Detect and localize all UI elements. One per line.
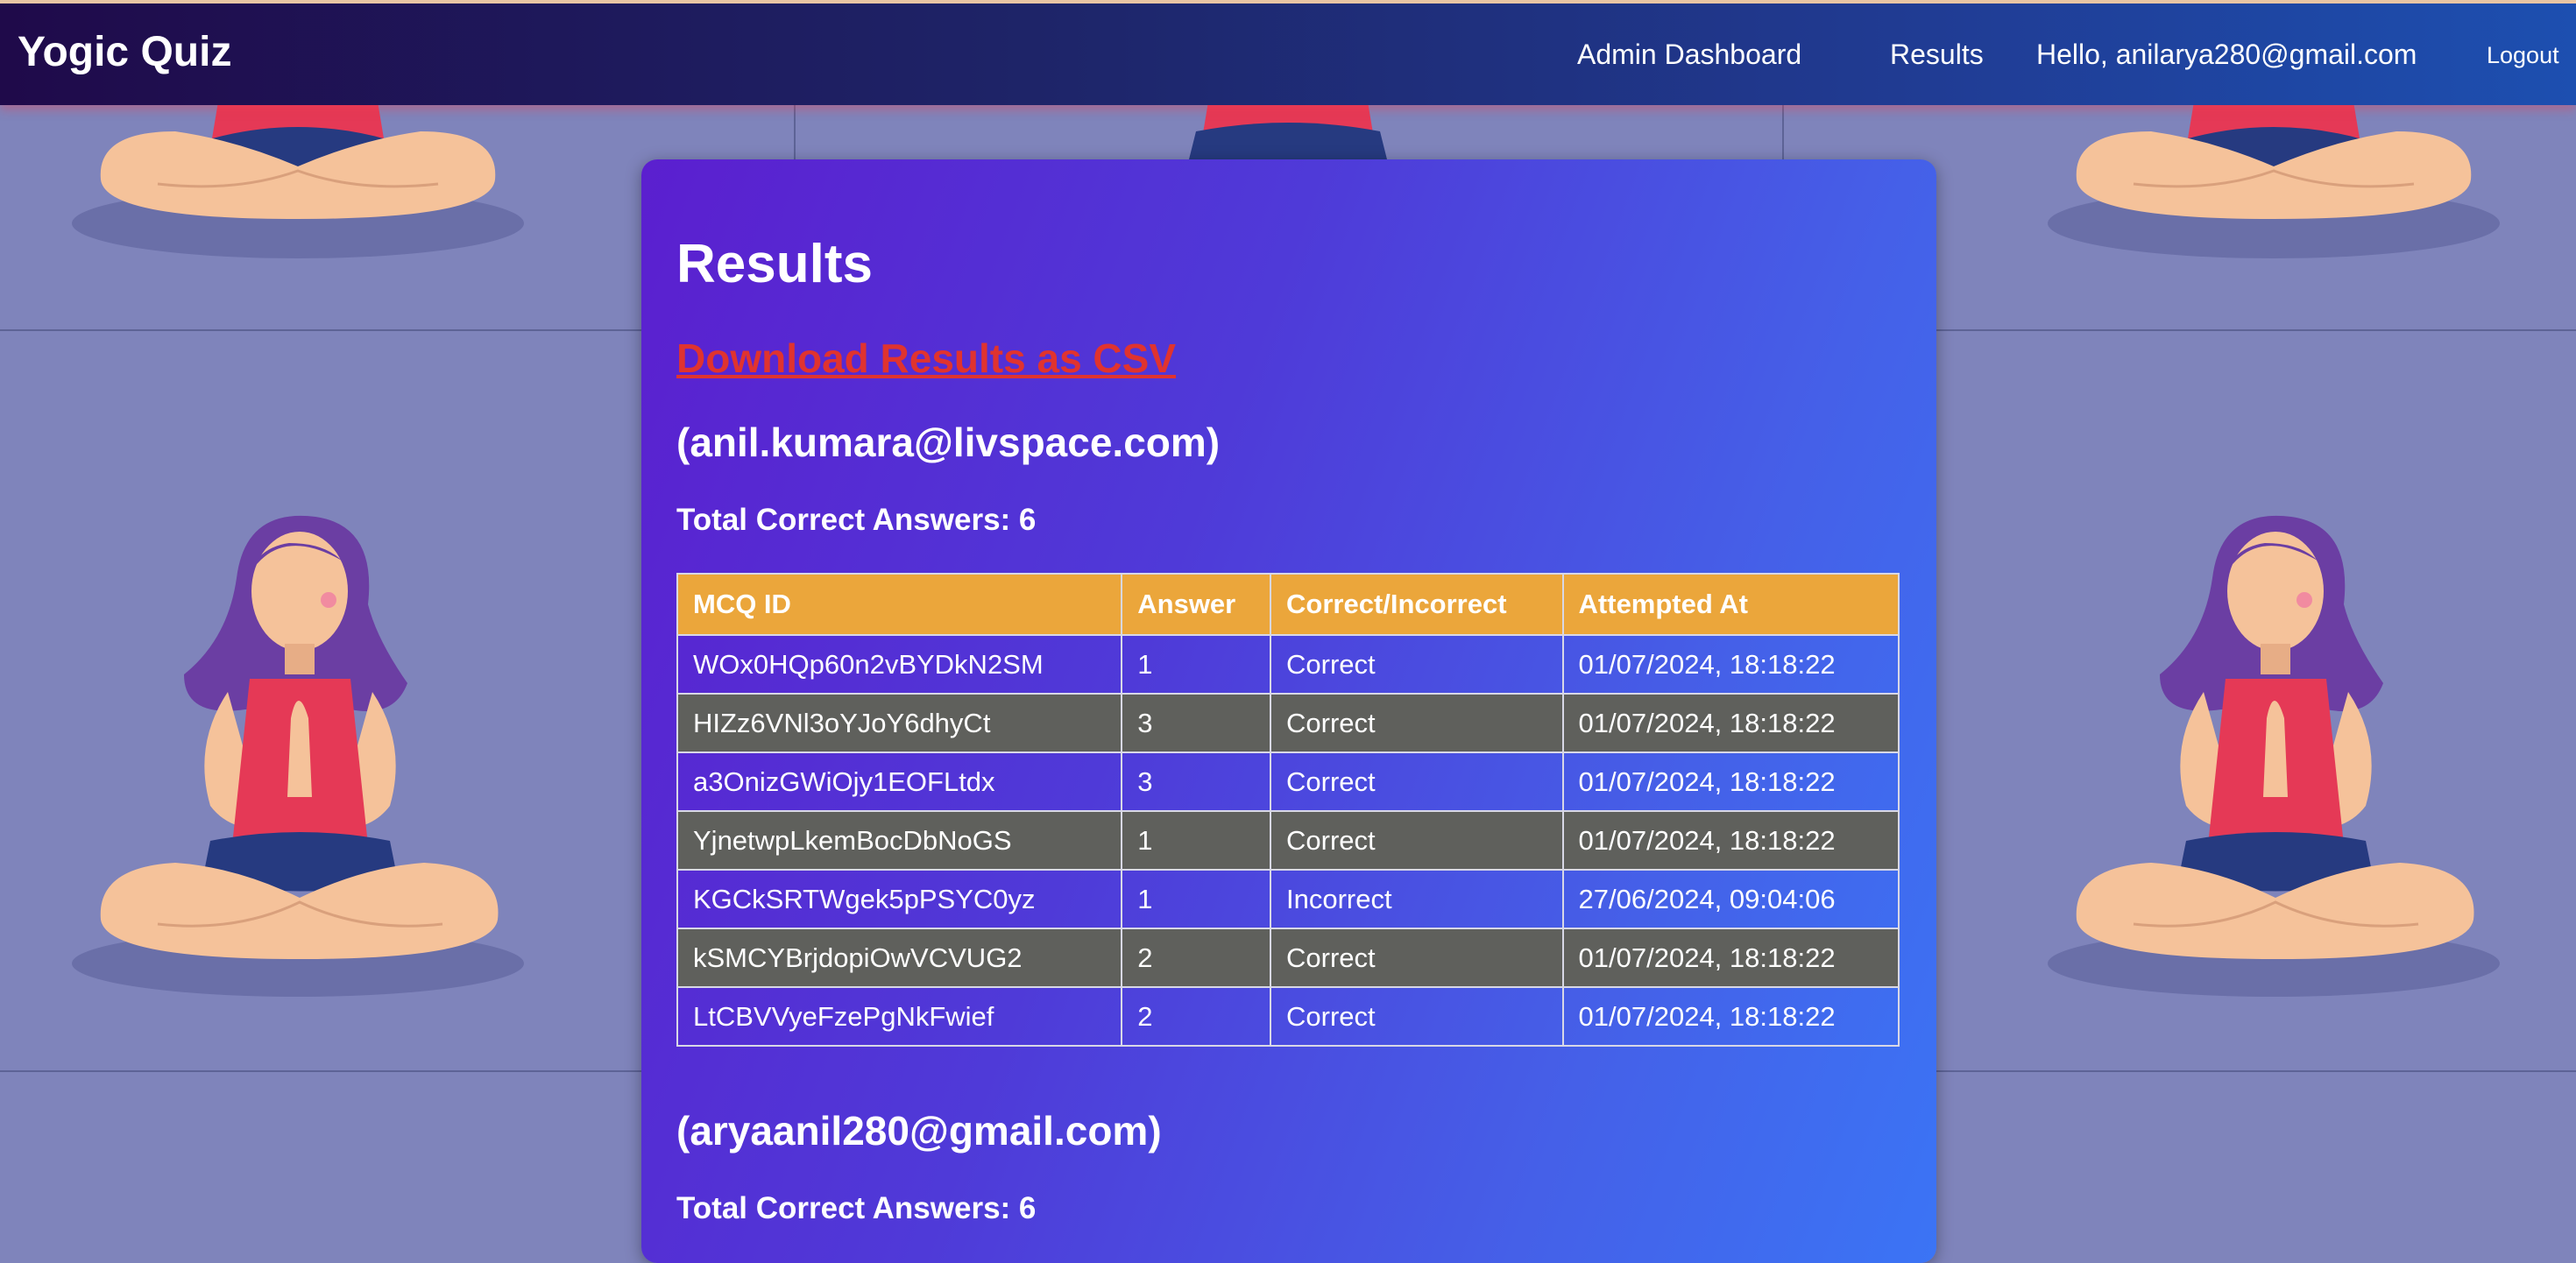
cell-answer: 2 [1121, 928, 1272, 988]
results-table: MCQ ID Answer Correct/Incorrect Attempte… [676, 573, 1900, 1047]
cell-result: Correct [1270, 986, 1564, 1047]
cell-result: Incorrect [1270, 869, 1564, 929]
table-row: a3OnizGWiOjy1EOFLtdx 3 Correct 01/07/202… [676, 751, 1900, 812]
table-row: HIZz6VNl3oYJoY6dhyCt 3 Correct 01/07/202… [676, 693, 1900, 753]
cell-mcq-id: kSMCYBrjdopiOwVCVUG2 [676, 928, 1123, 988]
cell-attempted-at: 01/07/2024, 18:18:22 [1561, 810, 1900, 871]
cell-attempted-at: 01/07/2024, 18:18:22 [1561, 928, 1900, 988]
table-row: WOx0HQp60n2vBYDkN2SM 1 Correct 01/07/202… [676, 634, 1900, 695]
cell-result: Correct [1270, 751, 1564, 812]
brand-logo-text[interactable]: Yogic Quiz [18, 28, 231, 76]
column-header-attempted-at: Attempted At [1561, 573, 1900, 636]
user-greeting: Hello, anilarya280@gmail.com [2036, 39, 2417, 70]
cell-attempted-at: 27/06/2024, 09:04:06 [1561, 869, 1900, 929]
page-title: Results [676, 234, 873, 294]
cell-result: Correct [1270, 810, 1564, 871]
cell-attempted-at: 01/07/2024, 18:18:22 [1561, 986, 1900, 1047]
column-header-mcq-id: MCQ ID [676, 573, 1123, 636]
cell-attempted-at: 01/07/2024, 18:18:22 [1561, 751, 1900, 812]
table-row: kSMCYBrjdopiOwVCVUG2 2 Correct 01/07/202… [676, 928, 1900, 988]
cell-attempted-at: 01/07/2024, 18:18:22 [1561, 693, 1900, 753]
cell-mcq-id: KGCkSRTWgek5pPSYC0yz [676, 869, 1123, 929]
nav-admin-dashboard-link[interactable]: Admin Dashboard [1577, 39, 1801, 71]
meditating-woman-icon [2048, 515, 2500, 997]
cell-mcq-id: YjnetwpLkemBocDbNoGS [676, 810, 1123, 871]
meditating-woman-icon [72, 515, 524, 997]
user-email-heading: (anil.kumara@livspace.com) [676, 420, 1221, 465]
logout-button[interactable]: Logout [2487, 42, 2559, 69]
column-header-answer: Answer [1121, 573, 1272, 636]
results-card: Results Download Results as CSV (anil.ku… [641, 159, 1936, 1263]
table-row: YjnetwpLkemBocDbNoGS 1 Correct 01/07/202… [676, 810, 1900, 871]
table-row: LtCBVVyeFzePgNkFwief 2 Correct 01/07/202… [676, 986, 1900, 1047]
cell-attempted-at: 01/07/2024, 18:18:22 [1561, 634, 1900, 695]
cell-result: Correct [1270, 928, 1564, 988]
cell-answer: 1 [1121, 634, 1272, 695]
download-csv-link[interactable]: Download Results as CSV [676, 335, 1176, 382]
total-correct-answers: Total Correct Answers: 6 [676, 503, 1037, 537]
cell-mcq-id: a3OnizGWiOjy1EOFLtdx [676, 751, 1123, 812]
cell-answer: 2 [1121, 986, 1272, 1047]
total-correct-answers: Total Correct Answers: 6 [676, 1191, 1037, 1225]
cell-result: Correct [1270, 634, 1564, 695]
cell-mcq-id: HIZz6VNl3oYJoY6dhyCt [676, 693, 1123, 753]
cell-mcq-id: WOx0HQp60n2vBYDkN2SM [676, 634, 1123, 695]
cell-answer: 1 [1121, 810, 1272, 871]
top-navbar: Yogic Quiz Admin Dashboard Results Hello… [0, 0, 2576, 105]
cell-mcq-id: LtCBVVyeFzePgNkFwief [676, 986, 1123, 1047]
table-header-row: MCQ ID Answer Correct/Incorrect Attempte… [676, 573, 1900, 636]
cell-answer: 3 [1121, 751, 1272, 812]
nav-results-link[interactable]: Results [1890, 39, 1984, 71]
table-row: KGCkSRTWgek5pPSYC0yz 1 Incorrect 27/06/2… [676, 869, 1900, 929]
user-email-heading: (aryaanil280@gmail.com) [676, 1108, 1162, 1154]
cell-answer: 1 [1121, 869, 1272, 929]
column-header-correct-incorrect: Correct/Incorrect [1270, 573, 1564, 636]
cell-result: Correct [1270, 693, 1564, 753]
cell-answer: 3 [1121, 693, 1272, 753]
